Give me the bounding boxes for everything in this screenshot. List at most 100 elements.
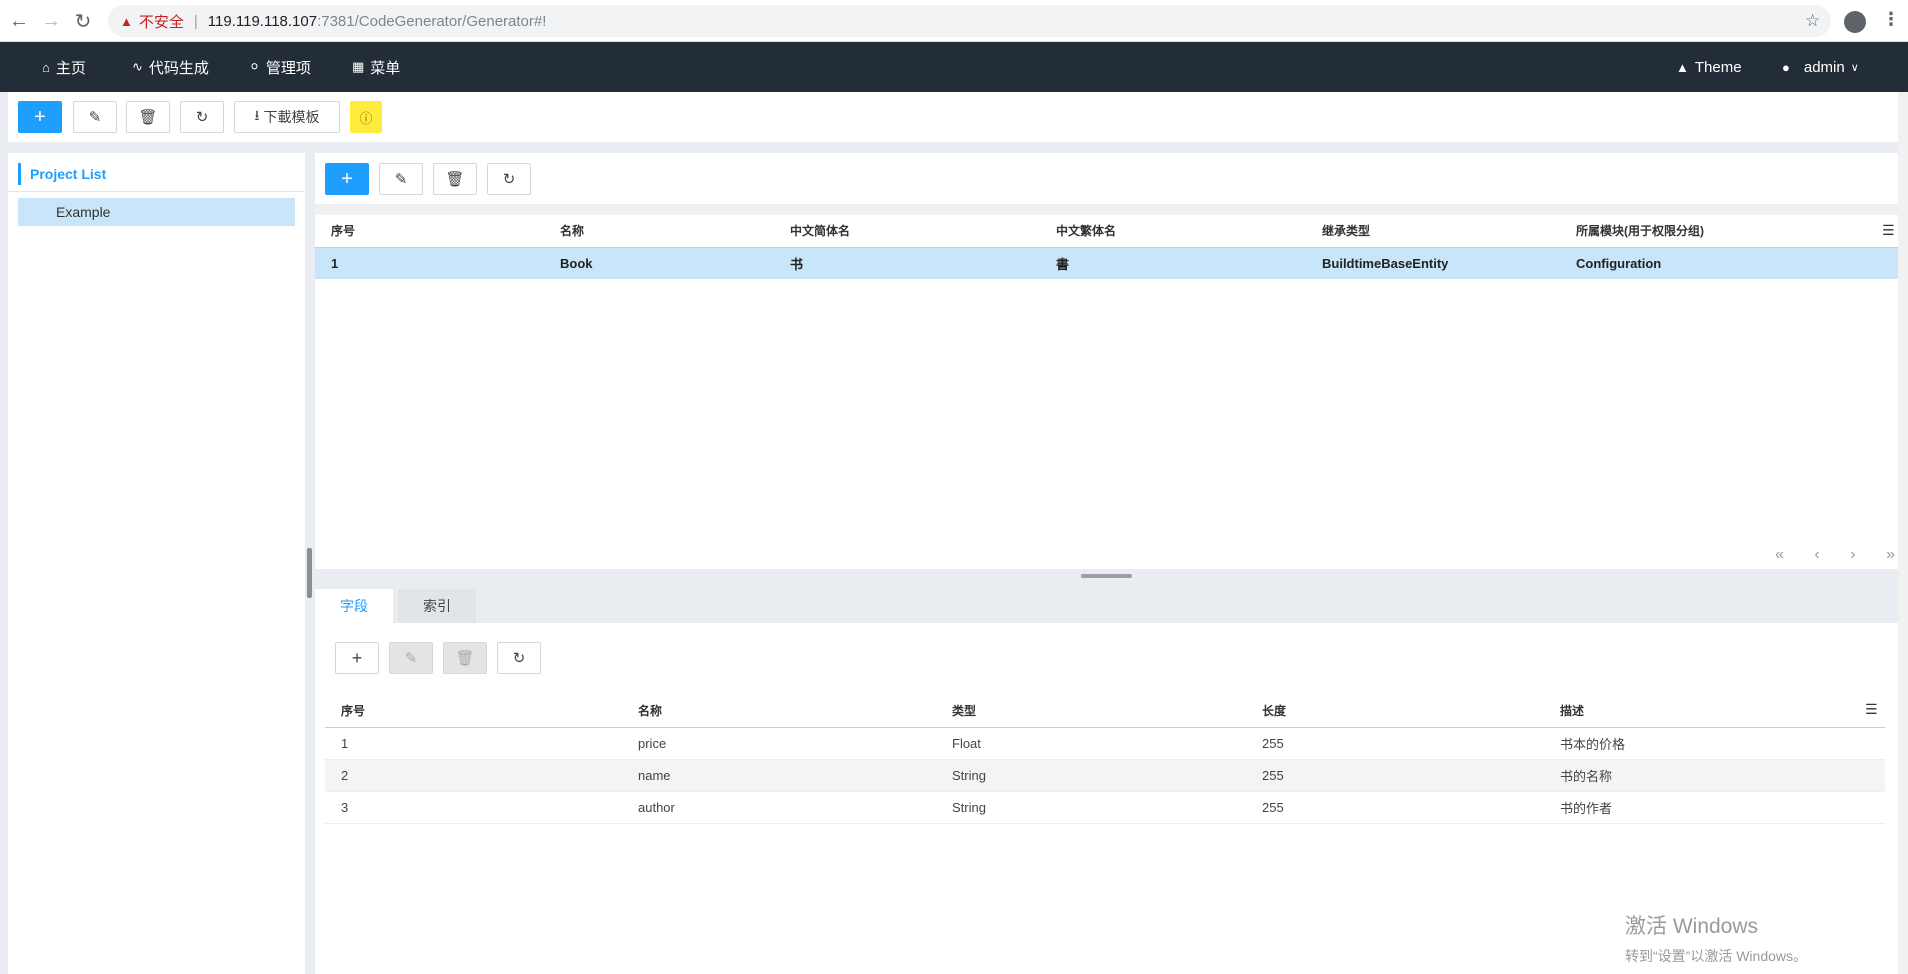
- user-menu[interactable]: ● admin ∨: [1782, 42, 1859, 92]
- tab-indexes[interactable]: 索引: [398, 589, 476, 623]
- column-header[interactable]: 序号: [325, 695, 622, 728]
- delete-project-button[interactable]: 🗑: [126, 101, 170, 133]
- tab-fields[interactable]: 字段: [315, 589, 393, 623]
- table-cell: 255: [1246, 791, 1544, 824]
- pagination: « ‹ › »: [1775, 546, 1895, 564]
- account-avatar-icon[interactable]: [1844, 11, 1866, 33]
- table-cell: author: [622, 791, 936, 824]
- watermark-subtitle: 转到“设置”以激活 Windows。: [1625, 948, 1808, 964]
- table-row[interactable]: 2 name String 255 书的名称: [325, 759, 1885, 792]
- delete-field-button[interactable]: 🗑: [443, 642, 487, 674]
- project-panel: Project List Example: [8, 153, 305, 974]
- column-header[interactable]: 长度: [1246, 695, 1544, 728]
- back-icon[interactable]: ←: [2, 4, 36, 38]
- last-page-icon[interactable]: »: [1886, 546, 1895, 564]
- page-scrollbar[interactable]: [1898, 92, 1908, 974]
- column-header[interactable]: 名称: [622, 695, 936, 728]
- horizontal-splitter-handle[interactable]: [1081, 574, 1132, 578]
- table-cell: Book: [544, 247, 774, 279]
- table-cell: Float: [936, 727, 1246, 760]
- refresh-entities-button[interactable]: ↻: [487, 163, 531, 195]
- entity-toolbar: + ✎ 🗑 ↻: [315, 153, 1898, 205]
- download-template-button[interactable]: ⭳ 下載模板: [234, 101, 340, 133]
- table-cell: 书本的价格: [1544, 727, 1885, 760]
- table-cell: 2: [325, 759, 622, 792]
- nav-item-label: 菜单: [370, 59, 401, 77]
- column-header[interactable]: 描述: [1544, 695, 1885, 728]
- table-cell: String: [936, 791, 1246, 824]
- theme-label: Theme: [1694, 58, 1742, 76]
- address-bar[interactable]: ▲ 不安全 | 119.119.118.107 :7381/CodeGenera…: [108, 5, 1831, 37]
- column-header[interactable]: 中文繁体名: [1040, 215, 1306, 248]
- windows-activation-watermark: 激活 Windows 转到“设置”以激活 Windows。: [1625, 910, 1807, 966]
- first-page-icon[interactable]: «: [1775, 546, 1784, 564]
- table-cell: 书的作者: [1544, 791, 1885, 824]
- column-header[interactable]: 继承类型: [1306, 215, 1560, 248]
- column-header[interactable]: 序号: [315, 215, 544, 248]
- help-button[interactable]: ⓘ: [350, 101, 382, 133]
- table-cell: 书: [774, 247, 1040, 279]
- table-row[interactable]: 1 Book 书 書 BuildtimeBaseEntity Configura…: [315, 247, 1898, 279]
- refresh-projects-button[interactable]: ↻: [180, 101, 224, 133]
- edit-field-button[interactable]: ✎: [389, 642, 433, 674]
- table-cell: BuildtimeBaseEntity: [1306, 247, 1560, 279]
- nav-item-codegen[interactable]: ∿ 代码生成: [132, 42, 209, 92]
- table-cell: Configuration: [1560, 247, 1898, 279]
- delete-entity-button[interactable]: 🗑: [433, 163, 477, 195]
- nav-item-home[interactable]: ⌂ 主页: [42, 42, 86, 92]
- prev-page-icon[interactable]: ‹: [1814, 546, 1819, 564]
- table-cell: price: [622, 727, 936, 760]
- edit-project-button[interactable]: ✎: [73, 101, 117, 133]
- url-host: 119.119.118.107: [207, 12, 318, 30]
- app-navbar: ⌂ 主页 ∿ 代码生成 ⚪ 管理项 ▦ 菜单 ▲ Theme ● admin ∨: [0, 42, 1908, 92]
- question-icon: ⓘ: [359, 110, 373, 126]
- column-header[interactable]: 类型: [936, 695, 1246, 728]
- shirt-icon: ▲: [1676, 59, 1689, 75]
- reload-icon[interactable]: ↻: [66, 4, 100, 38]
- table-row[interactable]: 1 price Float 255 书本的价格: [325, 727, 1885, 760]
- theme-button[interactable]: ▲ Theme: [1676, 42, 1742, 92]
- url-path: :7381/CodeGenerator/Generator#!: [317, 12, 547, 30]
- table-cell: name: [622, 759, 936, 792]
- table-cell: 3: [325, 791, 622, 824]
- download-icon: ⭳: [254, 107, 260, 123]
- table-cell: 1: [325, 727, 622, 760]
- table-header-row: 序号 名称 中文简体名 中文繁体名 继承类型 所属模块(用于权限分组): [315, 215, 1898, 248]
- nav-item-label: 代码生成: [148, 59, 209, 77]
- add-field-button[interactable]: +: [335, 642, 379, 674]
- edit-entity-button[interactable]: ✎: [379, 163, 423, 195]
- project-item-example[interactable]: Example: [18, 198, 295, 226]
- table-header-row: 序号 名称 类型 长度 描述: [325, 695, 1885, 728]
- vertical-splitter-handle[interactable]: [307, 548, 312, 598]
- add-entity-button[interactable]: +: [325, 163, 369, 195]
- bookmark-star-icon[interactable]: ☆: [1805, 11, 1820, 31]
- nav-item-menu[interactable]: ▦ 菜单: [352, 42, 400, 92]
- next-page-icon[interactable]: ›: [1850, 546, 1855, 564]
- column-header[interactable]: 中文简体名: [774, 215, 1040, 248]
- nav-item-manage[interactable]: ⚪ 管理项: [249, 42, 311, 92]
- watermark-title: 激活 Windows: [1625, 915, 1759, 938]
- warning-icon: ▲: [120, 13, 133, 29]
- refresh-fields-button[interactable]: ↻: [497, 642, 541, 674]
- project-list-title: Project List: [18, 163, 106, 185]
- download-template-label: 下載模板: [263, 109, 320, 125]
- home-icon: ⌂: [42, 59, 50, 75]
- column-menu-icon[interactable]: ☰: [1882, 222, 1895, 239]
- chevron-down-icon: ∨: [1850, 61, 1859, 74]
- nav-item-label: 主页: [55, 59, 86, 77]
- forward-icon[interactable]: →: [34, 4, 68, 38]
- entity-table: 序号 名称 中文简体名 中文繁体名 继承类型 所属模块(用于权限分组) 1 Bo…: [315, 215, 1898, 279]
- table-cell: 书的名称: [1544, 759, 1885, 792]
- column-header[interactable]: 名称: [544, 215, 774, 248]
- grid-icon: ▦: [352, 59, 365, 74]
- security-label: 不安全: [138, 13, 184, 31]
- add-project-button[interactable]: +: [18, 101, 62, 133]
- table-row[interactable]: 3 author String 255 书的作者: [325, 791, 1885, 824]
- column-menu-icon[interactable]: ☰: [1865, 701, 1878, 718]
- column-header[interactable]: 所属模块(用于权限分组): [1560, 215, 1898, 248]
- browser-menu-icon[interactable]: ⋮: [1882, 9, 1900, 30]
- nav-item-label: 管理项: [265, 59, 311, 77]
- table-cell: 書: [1040, 247, 1306, 279]
- user-icon: ●: [1782, 59, 1790, 75]
- chart-icon: ∿: [132, 59, 143, 74]
